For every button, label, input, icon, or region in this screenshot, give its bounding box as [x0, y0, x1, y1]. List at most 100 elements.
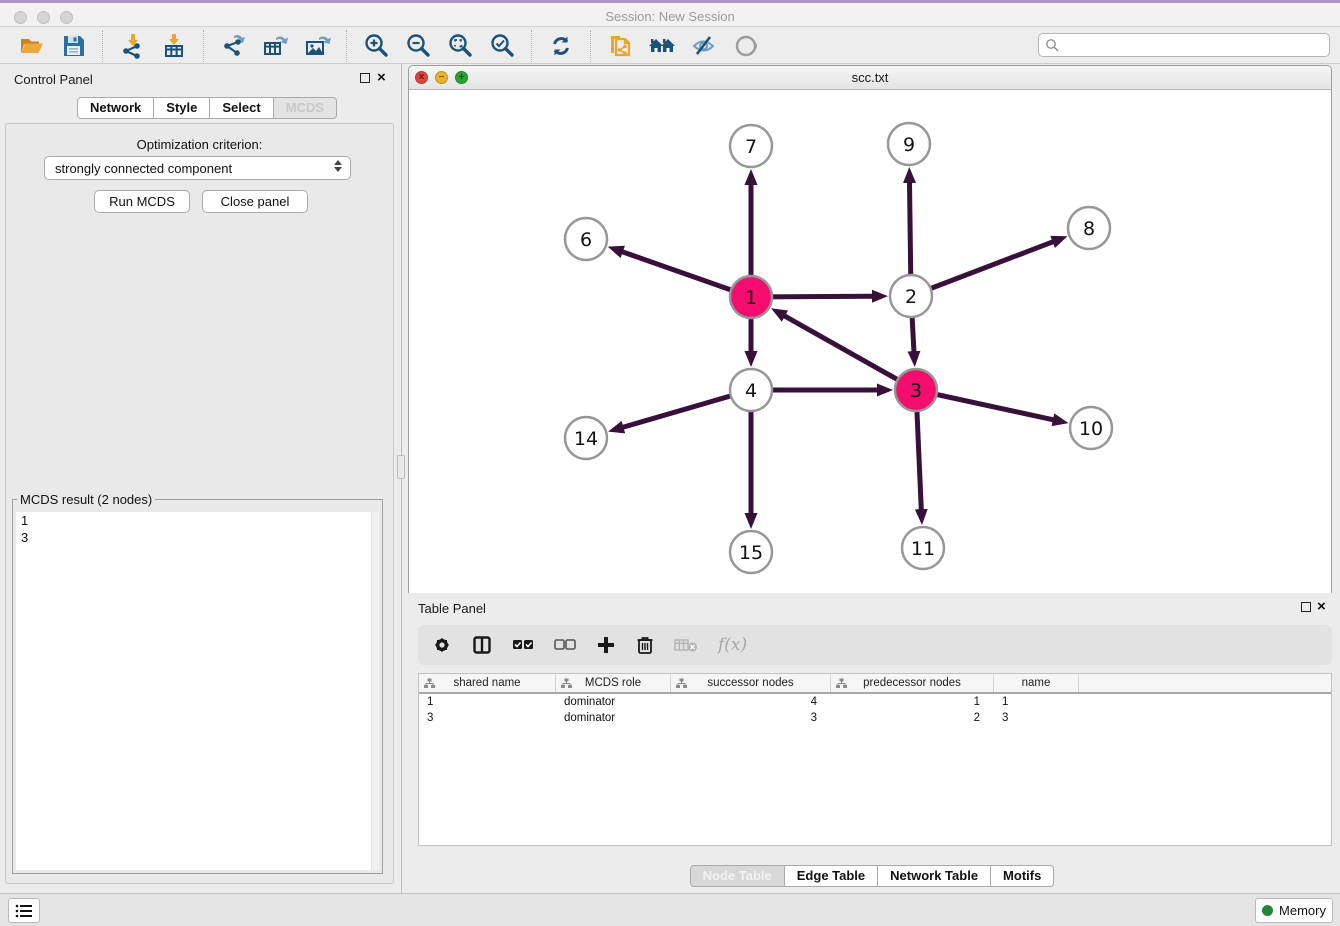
column-mcds-role[interactable]: MCDS role	[556, 674, 671, 692]
table-cell: dominator	[556, 694, 671, 710]
graph-node-14[interactable]: 14	[565, 417, 607, 459]
graph-node-6[interactable]: 6	[565, 218, 607, 260]
session-title: Session: New Session	[0, 7, 1340, 27]
tab-motifs[interactable]: Motifs	[991, 865, 1054, 887]
float-panel-icon[interactable]	[360, 73, 370, 83]
zoom-out-icon[interactable]	[403, 31, 433, 61]
mcds-result-list[interactable]: 1 3	[16, 512, 379, 870]
result-scrollbar[interactable]	[371, 512, 379, 870]
graph-node-1[interactable]: 1	[730, 276, 772, 318]
export-table-icon[interactable]	[260, 31, 290, 61]
network-window-titlebar[interactable]: × − + scc.txt	[409, 66, 1331, 90]
network-graph[interactable]: 7 9 6 8 1 2 4 3 14 10 15 11	[409, 90, 1331, 593]
table-cell: 1	[994, 694, 1079, 710]
toolbar-separator	[590, 30, 591, 62]
column-name[interactable]: name	[994, 674, 1079, 692]
export-image-icon[interactable]	[302, 31, 332, 61]
close-table-panel-icon[interactable]: ×	[1317, 601, 1326, 613]
hide-graphics-details-icon[interactable]	[689, 31, 719, 61]
optimization-criterion-select[interactable]: strongly connected component	[44, 156, 351, 180]
delete-row-icon[interactable]	[636, 633, 654, 657]
show-graphics-details-icon[interactable]	[731, 31, 761, 61]
zoom-selected-icon[interactable]	[487, 31, 517, 61]
save-session-icon[interactable]	[58, 31, 88, 61]
node-label: 2	[905, 286, 917, 308]
result-node-id: 1	[16, 512, 379, 529]
close-panel-icon[interactable]: ×	[377, 72, 386, 84]
graph-node-11[interactable]: 11	[902, 527, 944, 569]
delete-table-icon[interactable]	[674, 633, 698, 657]
search-input[interactable]	[1063, 35, 1329, 55]
deselect-all-icon[interactable]	[554, 633, 576, 657]
splitter-grip[interactable]	[397, 455, 405, 479]
graph-edge-2-8[interactable]	[911, 242, 1054, 296]
network-canvas[interactable]: 7 9 6 8 1 2 4 3 14 10 15 11	[409, 90, 1331, 593]
column-successor-nodes[interactable]: successor nodes	[671, 674, 831, 692]
network-close-icon[interactable]: ×	[415, 71, 428, 84]
export-network-icon[interactable]	[218, 31, 248, 61]
node-label: 11	[911, 538, 935, 560]
refresh-icon[interactable]	[546, 31, 576, 61]
fit-content-icon[interactable]	[445, 31, 475, 61]
table-row[interactable]: 1dominator411	[419, 694, 1331, 710]
column-shared-name[interactable]: shared name	[419, 674, 556, 692]
main-toolbar	[0, 28, 1340, 64]
add-row-icon[interactable]	[596, 633, 616, 657]
tab-network-table[interactable]: Network Table	[878, 865, 991, 887]
select-all-icon[interactable]	[512, 633, 534, 657]
clone-network-icon[interactable]	[605, 31, 635, 61]
column-predecessor-nodes[interactable]: predecessor nodes	[831, 674, 994, 692]
close-panel-button[interactable]: Close panel	[202, 190, 308, 213]
task-history-button[interactable]	[8, 898, 40, 923]
import-table-icon[interactable]	[159, 31, 189, 61]
float-table-panel-icon[interactable]	[1301, 602, 1311, 612]
open-session-icon[interactable]	[16, 31, 46, 61]
network-maximize-icon[interactable]: +	[455, 71, 468, 84]
table-panel: Table Panel × f(x)	[404, 595, 1340, 890]
memory-button[interactable]: Memory	[1255, 898, 1333, 923]
zoom-in-icon[interactable]	[361, 31, 391, 61]
status-bar: Memory	[0, 893, 1340, 926]
application-window: Session: New Session	[0, 0, 1340, 926]
network-minimize-icon[interactable]: −	[435, 71, 448, 84]
graph-node-4[interactable]: 4	[730, 369, 772, 411]
search-icon	[1045, 38, 1059, 52]
tab-network[interactable]: Network	[77, 97, 154, 119]
table-row[interactable]: 3dominator323	[419, 710, 1331, 726]
node-label: 4	[745, 380, 757, 402]
selected-option: strongly connected component	[55, 161, 232, 176]
graph-node-15[interactable]: 15	[730, 531, 772, 573]
graph-node-7[interactable]: 7	[730, 125, 772, 167]
memory-status-icon	[1262, 905, 1273, 916]
graph-node-9[interactable]: 9	[888, 123, 930, 165]
table-options-gear-icon[interactable]	[432, 633, 452, 657]
select-stepper-icon	[334, 160, 342, 172]
import-network-icon[interactable]	[117, 31, 147, 61]
table-cell: dominator	[556, 710, 671, 726]
search-field[interactable]	[1038, 33, 1330, 57]
tab-node-table[interactable]: Node Table	[690, 865, 785, 887]
graph-node-8[interactable]: 8	[1068, 207, 1110, 249]
tab-select[interactable]: Select	[210, 97, 273, 119]
network-file-title: scc.txt	[409, 66, 1331, 89]
tab-edge-table[interactable]: Edge Table	[785, 865, 878, 887]
hierarchy-icon	[424, 678, 435, 689]
run-mcds-button[interactable]: Run MCDS	[94, 190, 190, 213]
tab-style[interactable]: Style	[154, 97, 210, 119]
graph-node-2[interactable]: 2	[890, 275, 932, 317]
table-cell: 1	[419, 694, 556, 710]
node-label: 14	[574, 428, 598, 450]
tab-mcds[interactable]: MCDS	[274, 97, 337, 119]
show-column-icon[interactable]	[472, 633, 492, 657]
table-panel-title: Table Panel	[418, 601, 486, 616]
titlebar: Session: New Session	[0, 3, 1340, 27]
graph-node-10[interactable]: 10	[1070, 407, 1112, 449]
apply-function-icon[interactable]: f(x)	[718, 633, 747, 657]
table-body: 1dominator4113dominator323	[419, 694, 1331, 726]
network-overview-icon[interactable]	[647, 31, 677, 61]
graph-node-3[interactable]: 3	[895, 369, 937, 411]
graph-edge-3-1[interactable]	[784, 316, 916, 390]
table-header-row: shared name MCDS role successor nodes pr…	[419, 674, 1331, 694]
node-label: 15	[739, 542, 763, 564]
hierarchy-icon	[561, 678, 572, 689]
